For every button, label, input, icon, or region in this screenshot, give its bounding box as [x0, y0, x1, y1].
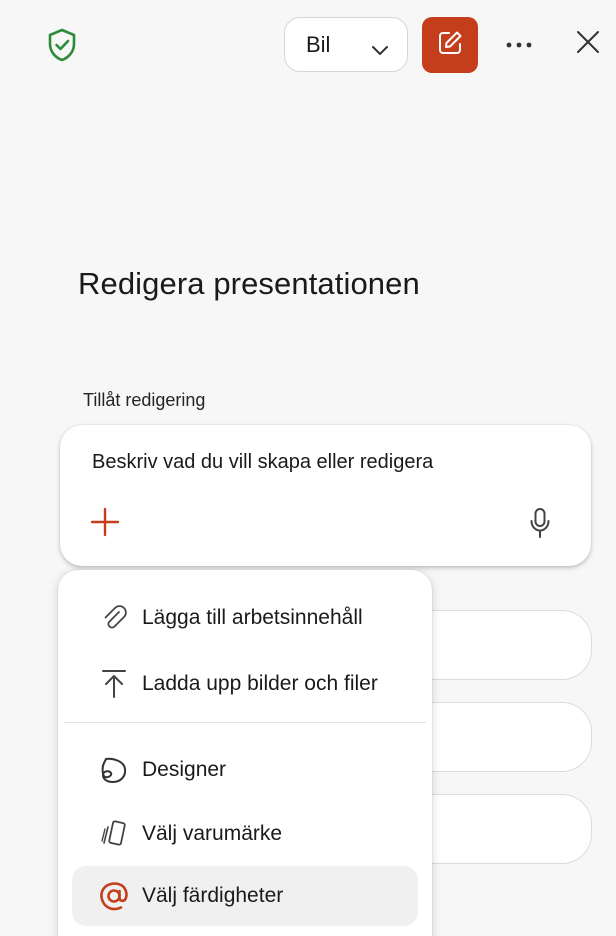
menu-item-label: Designer [142, 758, 227, 781]
close-icon [576, 30, 600, 59]
menu-item-label: Välj varumärke [142, 822, 283, 845]
menu-item-label: Lägga till arbetsinnehåll [142, 606, 363, 629]
menu-item-choose-skills[interactable]: Välj färdigheter [72, 866, 418, 926]
prompt-box: Beskriv vad du vill skapa eller redigera [60, 425, 591, 566]
more-icon [506, 35, 532, 53]
prompt-input[interactable]: Beskriv vad du vill skapa eller redigera [92, 451, 562, 474]
page-title: Redigera presentationen [78, 266, 420, 301]
menu-item-label: Ladda upp bilder och filer [142, 672, 378, 695]
edit-icon [436, 29, 464, 62]
paperclip-icon [94, 598, 134, 638]
mode-dropdown[interactable]: Bil [284, 17, 408, 72]
menu-item-add-work-content[interactable]: Lägga till arbetsinnehåll [72, 588, 418, 648]
microphone-icon [529, 507, 551, 544]
menu-item-designer[interactable]: Designer [72, 740, 418, 800]
at-sign-icon [94, 876, 134, 916]
allow-editing-label: Tillåt redigering [83, 390, 206, 410]
menu-item-label: Välj färdigheter [142, 884, 284, 907]
plus-icon [90, 507, 120, 542]
add-menu: Lägga till arbetsinnehåll Ladda upp bild… [58, 570, 432, 936]
upload-icon [94, 664, 134, 704]
designer-icon [94, 750, 134, 790]
brand-icon [94, 814, 134, 854]
copilot-pane: Bil Redigera presentationen Tillåt redig… [0, 0, 616, 936]
new-edit-button[interactable] [422, 17, 478, 73]
chevron-down-icon [371, 37, 389, 55]
add-button[interactable] [88, 507, 122, 541]
menu-item-upload-files[interactable]: Ladda upp bilder och filer [72, 654, 418, 714]
menu-divider [64, 722, 426, 723]
menu-item-choose-brand[interactable]: Välj varumärke [72, 804, 418, 864]
close-button[interactable] [572, 28, 604, 60]
microphone-button[interactable] [524, 507, 556, 543]
more-options-button[interactable] [500, 30, 538, 58]
mode-dropdown-value: Bil [306, 31, 331, 57]
shield-check-icon[interactable] [46, 28, 78, 62]
